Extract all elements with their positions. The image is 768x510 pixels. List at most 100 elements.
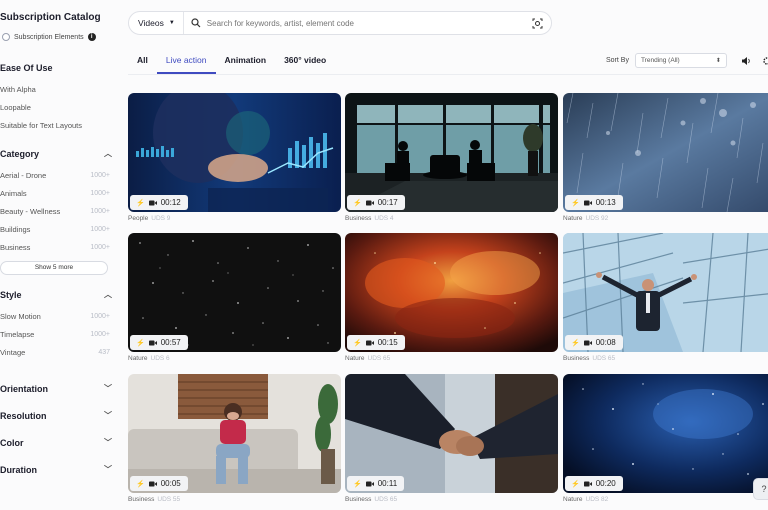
- duration-badge: ⚡ 00:12: [130, 195, 188, 210]
- lightning-icon: ⚡: [571, 480, 580, 488]
- video-duration: 00:05: [160, 479, 181, 488]
- subscription-toggle[interactable]: [2, 33, 10, 41]
- video-thumbnail[interactable]: ⚡ 00:11: [345, 374, 558, 493]
- tab-animation[interactable]: Animation: [216, 50, 276, 74]
- subscription-elements-toggle-row[interactable]: Subscription Elements i: [0, 33, 118, 41]
- category-heading[interactable]: Category ︿: [0, 148, 118, 159]
- video-thumbnail[interactable]: ⚡ 00:12: [128, 93, 341, 212]
- video-category[interactable]: Business: [345, 215, 371, 222]
- duration-badge: ⚡ 00:57: [130, 335, 188, 350]
- chevron-up-icon[interactable]: ︿: [104, 148, 118, 159]
- video-category[interactable]: Nature: [345, 355, 365, 362]
- video-meta: Business UDS 65: [563, 355, 768, 362]
- filter-sidebar: Subscription Catalog Subscription Elemen…: [0, 0, 118, 510]
- duration-badge: ⚡ 00:11: [347, 476, 405, 491]
- duration-badge: ⚡ 00:17: [347, 195, 405, 210]
- video-code: UDS 6: [150, 355, 170, 362]
- video-card[interactable]: ⚡ 00:15 Nature UDS 65: [345, 233, 558, 362]
- video-code: UDS 65: [374, 496, 398, 503]
- video-thumbnail[interactable]: ⚡ 00:05: [128, 374, 341, 493]
- duration-heading[interactable]: Duration ﹀: [0, 464, 118, 475]
- video-thumbnail[interactable]: ⚡ 00:20: [563, 374, 768, 493]
- video-category[interactable]: Nature: [563, 215, 583, 222]
- video-thumbnail[interactable]: ⚡ 00:15: [345, 233, 558, 352]
- video-code: UDS 65: [367, 355, 391, 362]
- video-duration: 00:08: [595, 338, 616, 347]
- category-option-buildings[interactable]: Buildings 1000+: [0, 220, 118, 238]
- duration-badge: ⚡ 00:13: [565, 195, 623, 210]
- duration-badge: ⚡ 00:08: [565, 335, 623, 350]
- video-thumbnail[interactable]: ⚡ 00:13: [563, 93, 768, 212]
- chevron-up-icon[interactable]: ︿: [104, 289, 118, 300]
- video-camera-icon: [365, 200, 374, 205]
- tabs-divider: [128, 74, 768, 75]
- tab-360-video[interactable]: 360° video: [275, 50, 335, 74]
- video-thumbnail[interactable]: ⚡ 00:57: [128, 233, 341, 352]
- asset-type-select[interactable]: Videos ▼: [129, 12, 184, 34]
- video-code: UDS 55: [157, 496, 181, 503]
- video-meta: Business UDS 4: [345, 215, 558, 222]
- video-card[interactable]: ⚡ 00:12 People UDS 9: [128, 93, 341, 222]
- style-option-vintage[interactable]: Vintage 437: [0, 343, 118, 361]
- video-card[interactable]: ⚡ 00:20 Nature UDS 82: [563, 374, 768, 503]
- video-thumbnail[interactable]: ⚡ 00:08: [563, 233, 768, 352]
- search-input[interactable]: [206, 18, 517, 28]
- video-category[interactable]: Business: [563, 355, 589, 362]
- category-option-aerial[interactable]: Aerial - Drone 1000+: [0, 166, 118, 184]
- video-card[interactable]: ⚡ 00:05 Business UDS 55: [128, 374, 341, 503]
- filter-option-with-alpha[interactable]: With Alpha: [0, 80, 118, 98]
- lightning-icon: ⚡: [136, 199, 145, 207]
- lightning-icon: ⚡: [136, 480, 145, 488]
- video-camera-icon: [148, 340, 157, 345]
- chevron-down-icon[interactable]: ﹀: [104, 464, 118, 475]
- video-category[interactable]: Business: [128, 496, 154, 503]
- category-option-beauty[interactable]: Beauty - Wellness 1000+: [0, 202, 118, 220]
- speaker-icon[interactable]: [741, 56, 751, 66]
- style-section: Style ︿ Slow Motion 1000+ Timelapse 1000+ V…: [0, 289, 118, 361]
- filter-option-loopable[interactable]: Loopable: [0, 98, 118, 116]
- filter-option-text-layouts[interactable]: Suitable for Text Layouts: [0, 116, 118, 134]
- tab-all[interactable]: All: [128, 50, 157, 74]
- orientation-heading[interactable]: Orientation ﹀: [0, 383, 118, 394]
- duration-badge: ⚡ 00:15: [347, 335, 405, 350]
- help-button[interactable]: ?: [753, 478, 768, 500]
- tab-live-action[interactable]: Live action: [156, 50, 216, 74]
- chevron-down-icon[interactable]: ﹀: [104, 410, 118, 421]
- video-card[interactable]: ⚡ 00:08 Business UDS 65: [563, 233, 768, 362]
- style-option-slow-motion[interactable]: Slow Motion 1000+: [0, 307, 118, 325]
- style-heading[interactable]: Style ︿: [0, 289, 118, 300]
- category-option-business[interactable]: Business 1000+: [0, 238, 118, 256]
- video-card[interactable]: ⚡ 00:13 Nature UDS 92: [563, 93, 768, 222]
- video-camera-icon: [583, 481, 592, 486]
- video-category[interactable]: People: [128, 215, 148, 222]
- info-icon[interactable]: i: [87, 33, 96, 41]
- show-more-button[interactable]: Show 5 more: [0, 261, 108, 275]
- catalog-title: Subscription Catalog: [0, 12, 101, 23]
- category-option-animals[interactable]: Animals 1000+: [0, 184, 118, 202]
- resolution-heading[interactable]: Resolution ﹀: [0, 410, 118, 421]
- video-meta: Nature UDS 82: [563, 496, 768, 503]
- sort-select[interactable]: Trending (All) ⬍: [634, 53, 727, 68]
- content-tabs: All Live action Animation 360° video: [128, 50, 335, 74]
- chevron-down-icon[interactable]: ﹀: [104, 383, 118, 394]
- video-category[interactable]: Nature: [128, 355, 148, 362]
- settings-icon[interactable]: [762, 56, 768, 66]
- video-code: UDS 92: [585, 215, 609, 222]
- video-card[interactable]: ⚡ 00:17 Business UDS 4: [345, 93, 558, 222]
- video-category[interactable]: Business: [345, 496, 371, 503]
- video-meta: Business UDS 55: [128, 496, 341, 503]
- video-duration: 00:13: [595, 198, 616, 207]
- visual-search-icon[interactable]: [532, 18, 543, 29]
- subscription-toggle-label: Subscription Elements: [14, 33, 84, 41]
- video-thumbnail[interactable]: ⚡ 00:17: [345, 93, 558, 212]
- video-meta: Business UDS 65: [345, 496, 558, 503]
- asset-type-value: Videos: [138, 18, 164, 28]
- style-option-timelapse[interactable]: Timelapse 1000+: [0, 325, 118, 343]
- color-heading[interactable]: Color ﹀: [0, 437, 118, 448]
- video-duration: 00:12: [160, 198, 181, 207]
- video-category[interactable]: Nature: [563, 496, 583, 503]
- chevron-down-icon[interactable]: ﹀: [104, 437, 118, 448]
- sort-value: Trending (All): [640, 57, 680, 64]
- video-card[interactable]: ⚡ 00:11 Business UDS 65: [345, 374, 558, 503]
- video-card[interactable]: ⚡ 00:57 Nature UDS 6: [128, 233, 341, 362]
